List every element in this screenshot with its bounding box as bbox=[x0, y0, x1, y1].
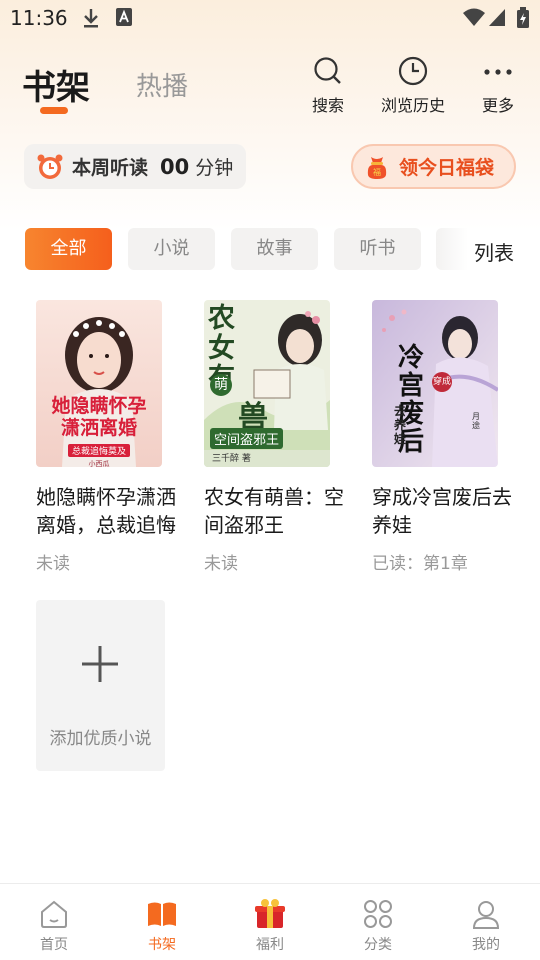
nav-category-label: 分类 bbox=[364, 937, 392, 953]
book-item[interactable]: 农女有 萌 兽 空间盗邪王 三千醉 著 农女有萌兽：空间盗邪王 未读 bbox=[204, 300, 344, 574]
cover-title-line1: 她隐瞒怀孕 bbox=[51, 395, 147, 417]
cover-author: 三千醉 著 bbox=[212, 454, 251, 464]
add-novel-tile[interactable]: 添加优质小说 bbox=[36, 600, 165, 771]
book-read-status: 未读 bbox=[36, 554, 70, 574]
search-icon bbox=[314, 57, 341, 84]
battery-icon bbox=[516, 7, 530, 33]
nav-bookshelf-label: 书架 bbox=[148, 937, 176, 953]
cover-title-badge: 穿成 bbox=[432, 372, 452, 392]
category-chip-audiobook[interactable]: 听书 bbox=[334, 228, 421, 270]
nav-bookshelf[interactable]: 书架 bbox=[122, 898, 202, 954]
book-read-status: 未读 bbox=[204, 554, 238, 574]
more-button[interactable]: 更多 bbox=[462, 56, 534, 116]
welfare-icon bbox=[255, 899, 285, 928]
nav-profile-label: 我的 bbox=[472, 937, 500, 953]
cover-author: 小西瓜 bbox=[88, 460, 110, 467]
category-chip-all[interactable]: 全部 bbox=[25, 228, 112, 270]
category-chip-story[interactable]: 故事 bbox=[231, 228, 318, 270]
nav-home-label: 首页 bbox=[40, 937, 68, 953]
category-scroll-fade bbox=[436, 228, 476, 270]
cover-title-word-meng: 萌 bbox=[210, 374, 232, 396]
book-item[interactable]: 她隐瞒怀孕 潇洒离婚 总裁追悔莫及 小西瓜 她隐瞒怀孕潇洒离婚，总裁追悔 未读 bbox=[36, 300, 176, 574]
signal-icon bbox=[488, 7, 506, 31]
nav-welfare[interactable]: 福利 bbox=[230, 898, 310, 954]
search-button[interactable]: 搜索 bbox=[292, 56, 364, 116]
plus-icon bbox=[82, 646, 118, 682]
bookshelf-icon bbox=[148, 902, 176, 926]
list-view-toggle[interactable]: 列表 bbox=[474, 237, 514, 266]
listen-unit: 分钟 bbox=[195, 157, 234, 179]
status-bar: 11:36 bbox=[0, 0, 540, 36]
bottom-navigation: 首页 书架 福利 分类 我的 bbox=[0, 883, 540, 960]
category-icon bbox=[364, 900, 392, 928]
book-read-status: 已读：第1章 bbox=[372, 554, 468, 574]
history-icon bbox=[398, 56, 428, 86]
book-cover[interactable]: 农女有 萌 兽 空间盗邪王 三千醉 著 bbox=[204, 300, 330, 467]
lucky-bag-label: 领今日福袋 bbox=[399, 157, 495, 179]
cover-subtitle: 空间盗邪王 bbox=[210, 428, 284, 449]
home-icon bbox=[41, 900, 67, 928]
font-a-icon bbox=[115, 7, 133, 31]
history-label: 浏览历史 bbox=[380, 96, 445, 115]
history-button[interactable]: 浏览历史 bbox=[377, 56, 449, 116]
daily-lucky-bag-button[interactable]: 福 领今日福袋 bbox=[351, 144, 516, 189]
book-item[interactable]: 冷宫废后 穿成 去养娃 月途 穿成冷宫废后去养娃 已读：第1章 bbox=[372, 300, 512, 574]
more-icon bbox=[484, 69, 512, 75]
cover-title-line2: 潇洒离婚 bbox=[60, 417, 137, 439]
nav-profile[interactable]: 我的 bbox=[446, 898, 526, 954]
weekly-listen-stats[interactable]: 本周听读 00 分钟 bbox=[24, 144, 246, 189]
status-time: 11:36 bbox=[10, 6, 68, 30]
book-cover[interactable]: 冷宫废后 穿成 去养娃 月途 bbox=[372, 300, 498, 467]
cover-author: 月途 bbox=[472, 412, 480, 430]
listen-label: 本周听读 bbox=[72, 157, 149, 179]
tab-bookshelf[interactable]: 书架 bbox=[22, 60, 90, 109]
add-novel-label: 添加优质小说 bbox=[49, 729, 152, 749]
listen-count: 00 bbox=[160, 154, 190, 179]
book-cover[interactable]: 她隐瞒怀孕 潇洒离婚 总裁追悔莫及 小西瓜 bbox=[36, 300, 162, 467]
nav-welfare-label: 福利 bbox=[256, 937, 284, 953]
cover-subtitle: 去养娃 bbox=[394, 404, 407, 446]
lucky-bag-icon: 福 bbox=[367, 156, 387, 179]
download-icon bbox=[82, 7, 100, 33]
tab-hot-broadcast[interactable]: 热播 bbox=[136, 66, 188, 103]
svg-text:福: 福 bbox=[373, 168, 381, 177]
more-label: 更多 bbox=[481, 96, 514, 115]
tab-active-indicator bbox=[40, 107, 68, 114]
category-chip-novel[interactable]: 小说 bbox=[128, 228, 215, 270]
cover-subtitle: 总裁追悔莫及 bbox=[67, 444, 130, 457]
nav-category[interactable]: 分类 bbox=[338, 898, 418, 954]
nav-home[interactable]: 首页 bbox=[14, 898, 94, 954]
wifi-icon bbox=[462, 7, 486, 31]
profile-icon bbox=[472, 901, 500, 929]
book-title[interactable]: 穿成冷宫废后去养娃 bbox=[372, 483, 514, 539]
book-title[interactable]: 她隐瞒怀孕潇洒离婚，总裁追悔 bbox=[36, 483, 178, 539]
book-title[interactable]: 农女有萌兽：空间盗邪王 bbox=[204, 483, 346, 539]
alarm-clock-icon bbox=[37, 154, 63, 179]
search-label: 搜索 bbox=[311, 96, 344, 115]
